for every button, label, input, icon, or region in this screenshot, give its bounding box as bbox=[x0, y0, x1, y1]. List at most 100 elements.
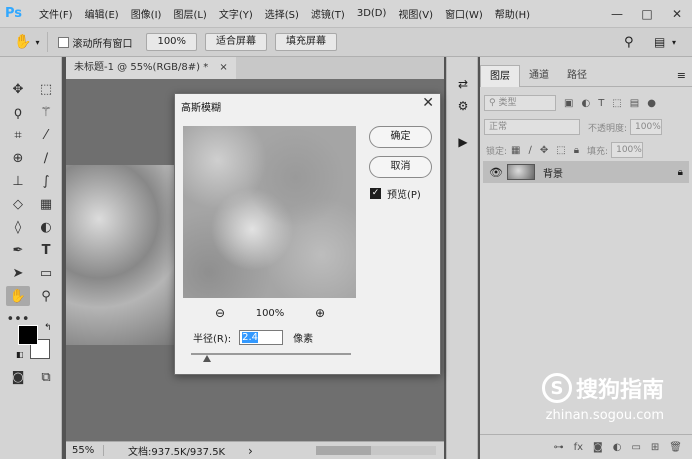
new-group-icon[interactable]: ▭ bbox=[631, 442, 640, 453]
restore-button[interactable]: □ bbox=[632, 0, 662, 27]
ok-button[interactable]: 确定 bbox=[369, 126, 432, 148]
lock-image-icon[interactable]: ∕ bbox=[529, 145, 532, 156]
link-layers-icon[interactable]: ⊶ bbox=[554, 442, 564, 453]
menu-view[interactable]: 视图(V) bbox=[398, 6, 433, 21]
screen-mode-icon[interactable]: ⧉ bbox=[34, 367, 58, 387]
filter-adjustment-icon[interactable]: ◐ bbox=[581, 98, 590, 109]
tools-panel: ✥ ⬚ ϙ ⚚ ⌗ ⁄ ⊕ ∕ ⊥ ∫ ◇ ▦ ◊ ◐ ✒ T ➤ ▭ ✋ ⚲ … bbox=[0, 57, 62, 459]
pen-tool-icon[interactable]: ✒ bbox=[6, 240, 30, 260]
fill-screen-button[interactable]: 填充屏幕 bbox=[275, 33, 338, 51]
cancel-button[interactable]: 取消 bbox=[369, 156, 432, 178]
blur-tool-icon[interactable]: ◊ bbox=[6, 217, 30, 237]
radius-slider-thumb[interactable] bbox=[203, 355, 211, 362]
status-arrow-icon[interactable]: › bbox=[248, 444, 253, 458]
zoom-100-button[interactable]: 100% bbox=[146, 33, 198, 51]
preview-checkbox[interactable]: ✓ bbox=[370, 188, 381, 199]
hand-icon[interactable]: ✋ bbox=[14, 34, 31, 50]
zoom-out-icon[interactable]: ⊖ bbox=[215, 306, 225, 320]
filter-kind-dropdown[interactable]: ⚲ 类型 bbox=[484, 95, 556, 111]
menu-filter[interactable]: 滤镜(T) bbox=[311, 6, 345, 21]
menu-3d[interactable]: 3D(D) bbox=[357, 8, 387, 19]
adjustment-layer-icon[interactable]: ◐ bbox=[613, 442, 622, 453]
filter-toggle-icon[interactable]: ● bbox=[647, 98, 656, 109]
tab-paths[interactable]: 路径 bbox=[558, 65, 596, 87]
menu-layer[interactable]: 图层(L) bbox=[173, 6, 206, 21]
rectangle-tool-icon[interactable]: ▭ bbox=[34, 263, 58, 283]
menu-type[interactable]: 文字(Y) bbox=[219, 6, 253, 21]
document-tab[interactable]: 未标题-1 @ 55%(RGB/8#) * × bbox=[66, 57, 236, 79]
minimize-button[interactable]: — bbox=[602, 0, 632, 27]
hand-tool-icon[interactable]: ✋ bbox=[6, 286, 30, 306]
path-selection-tool-icon[interactable]: ➤ bbox=[6, 263, 30, 283]
tab-layers[interactable]: 图层 bbox=[480, 65, 520, 87]
lock-transparent-icon[interactable]: ▦ bbox=[511, 145, 520, 156]
eraser-tool-icon[interactable]: ◇ bbox=[6, 194, 30, 214]
menu-image[interactable]: 图像(I) bbox=[131, 6, 162, 21]
layer-style-icon[interactable]: fx bbox=[574, 442, 583, 453]
history-panel-icon[interactable]: ⇄ bbox=[455, 77, 471, 93]
filter-pixel-icon[interactable]: ▣ bbox=[564, 98, 573, 109]
menu-help[interactable]: 帮助(H) bbox=[495, 6, 530, 21]
fill-field[interactable]: 100% bbox=[611, 142, 644, 158]
radius-row: 半径(R): 2.4 像素 bbox=[193, 330, 313, 345]
menu-window[interactable]: 窗口(W) bbox=[445, 6, 483, 21]
type-tool-icon[interactable]: T bbox=[34, 240, 58, 260]
fit-screen-button[interactable]: 适合屏幕 bbox=[205, 33, 268, 51]
dialog-close-icon[interactable]: ✕ bbox=[422, 95, 434, 111]
gradient-tool-icon[interactable]: ▦ bbox=[34, 194, 58, 214]
blend-mode-dropdown[interactable]: 正常 bbox=[484, 119, 580, 135]
horizontal-scrollbar[interactable] bbox=[316, 446, 436, 455]
menu-file[interactable]: 文件(F) bbox=[39, 6, 73, 21]
radius-slider-track[interactable] bbox=[191, 353, 351, 355]
clone-stamp-tool-icon[interactable]: ⊥ bbox=[6, 171, 30, 191]
document-tab-title: 未标题-1 @ 55%(RGB/8#) * bbox=[74, 62, 209, 73]
panel-menu-icon[interactable]: ≡ bbox=[677, 69, 686, 82]
zoom-in-icon[interactable]: ⊕ bbox=[315, 306, 325, 320]
magic-wand-tool-icon[interactable]: ⚚ bbox=[34, 102, 58, 122]
scroll-all-checkbox[interactable] bbox=[58, 36, 70, 48]
menu-edit[interactable]: 编辑(E) bbox=[85, 6, 119, 21]
lock-position-icon[interactable]: ✥ bbox=[540, 145, 548, 156]
properties-panel-icon[interactable]: ⚙ bbox=[455, 99, 471, 115]
status-zoom[interactable]: 55% bbox=[66, 445, 104, 456]
layer-row[interactable]: 👁︎ 背景 🔒︎ bbox=[483, 161, 689, 183]
preview-zoom-row: ⊖ 100% ⊕ bbox=[215, 306, 325, 320]
lasso-tool-icon[interactable]: ϙ bbox=[6, 102, 30, 122]
add-mask-icon[interactable]: ◙ bbox=[593, 442, 603, 453]
blur-preview-image[interactable] bbox=[183, 126, 356, 298]
workspace-icon[interactable]: ▤ bbox=[654, 35, 665, 49]
filter-type-icon[interactable]: T bbox=[598, 98, 604, 109]
zoom-tool-icon[interactable]: ⚲ bbox=[34, 286, 58, 306]
history-brush-tool-icon[interactable]: ∫ bbox=[34, 171, 58, 191]
close-window-button[interactable]: ✕ bbox=[662, 0, 692, 27]
visibility-eye-icon[interactable]: 👁︎ bbox=[489, 166, 503, 179]
filter-shape-icon[interactable]: ⬚ bbox=[612, 98, 621, 109]
swap-colors-icon[interactable]: ↰ bbox=[44, 323, 52, 333]
marquee-tool-icon[interactable]: ⬚ bbox=[34, 79, 58, 99]
filter-smart-object-icon[interactable]: ▤ bbox=[630, 98, 639, 109]
workspace-dropdown-icon[interactable]: ▾ bbox=[672, 38, 676, 47]
actions-play-icon[interactable]: ▶ bbox=[455, 135, 471, 151]
radius-input[interactable]: 2.4 bbox=[239, 330, 284, 345]
quick-mask-icon[interactable]: ◙ bbox=[6, 367, 30, 387]
move-tool-icon[interactable]: ✥ bbox=[6, 79, 30, 99]
preview-checkbox-row[interactable]: ✓ 预览(P) bbox=[370, 186, 421, 201]
menu-select[interactable]: 选择(S) bbox=[265, 6, 299, 21]
brush-tool-icon[interactable]: ∕ bbox=[34, 148, 58, 168]
healing-brush-tool-icon[interactable]: ⊕ bbox=[6, 148, 30, 168]
new-layer-icon[interactable]: ⊞ bbox=[651, 442, 659, 453]
lock-all-icon[interactable]: 🔒︎ bbox=[574, 145, 579, 156]
opacity-field[interactable]: 100% bbox=[630, 119, 663, 135]
tab-channels[interactable]: 通道 bbox=[520, 65, 558, 87]
foreground-color-swatch[interactable] bbox=[18, 325, 38, 345]
scrollbar-thumb[interactable] bbox=[316, 446, 371, 455]
crop-tool-icon[interactable]: ⌗ bbox=[6, 125, 30, 145]
tool-preset-dropdown-icon[interactable]: ▾ bbox=[35, 38, 39, 47]
document-tab-close-icon[interactable]: × bbox=[219, 62, 227, 73]
eyedropper-tool-icon[interactable]: ⁄ bbox=[34, 125, 58, 145]
delete-layer-icon[interactable]: 🗑︎ bbox=[669, 442, 682, 453]
dodge-tool-icon[interactable]: ◐ bbox=[34, 217, 58, 237]
lock-artboard-icon[interactable]: ⬚ bbox=[556, 145, 565, 156]
search-icon[interactable]: ⚲ bbox=[624, 35, 634, 50]
default-colors-icon[interactable]: ◧ bbox=[16, 350, 24, 359]
